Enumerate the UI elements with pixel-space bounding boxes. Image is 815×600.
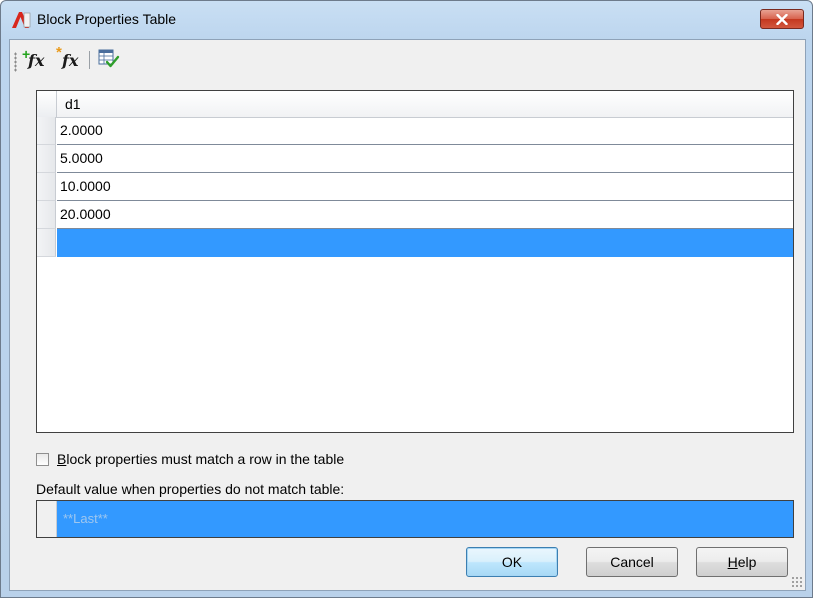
match-row-checkbox[interactable] — [36, 453, 49, 466]
table-cell[interactable]: 20.0000 — [57, 201, 793, 229]
table-row[interactable]: 2.0000 — [37, 117, 793, 145]
default-value-row-selector — [37, 501, 57, 537]
table-row[interactable]: 10.0000 — [37, 173, 793, 201]
ok-button[interactable]: OK — [466, 547, 558, 577]
table-cell[interactable]: 5.0000 — [57, 145, 793, 173]
close-icon — [776, 13, 788, 25]
add-user-parameter-button[interactable]: * fx — [56, 44, 84, 74]
default-value-label: Default value when properties do not mat… — [36, 481, 345, 497]
table-cell-selected[interactable] — [57, 229, 793, 257]
title-bar[interactable]: Block Properties Table — [1, 1, 812, 37]
row-selector[interactable] — [37, 201, 56, 229]
match-row-accesskey: B — [57, 451, 67, 467]
default-value-text[interactable]: **Last** — [63, 511, 108, 526]
table-cell[interactable]: 2.0000 — [57, 117, 793, 145]
table-row[interactable]: 20.0000 — [37, 201, 793, 229]
table-row-new[interactable] — [37, 229, 793, 257]
row-selector[interactable] — [37, 229, 56, 257]
table-corner-cell[interactable] — [37, 91, 57, 117]
row-selector[interactable] — [37, 145, 56, 173]
new-property-parameter-button[interactable]: + fx — [22, 46, 50, 74]
column-header-d1[interactable]: d1 — [65, 96, 81, 112]
match-row-label-text: lock properties must match a row in the … — [66, 451, 345, 467]
help-label-text: elp — [737, 554, 757, 570]
window-title: Block Properties Table — [37, 11, 177, 27]
autocad-app-icon — [12, 12, 31, 28]
cancel-button[interactable]: Cancel — [586, 547, 678, 577]
table-header: d1 — [37, 91, 793, 118]
properties-table[interactable]: d1 2.0000 5.0000 10.0000 20.0000 — [36, 90, 794, 433]
audit-button[interactable] — [96, 48, 124, 74]
toolbar: + fx * fx — [10, 40, 805, 76]
dialog-client-area: + fx * fx d1 2.0000 5.0000 10.0000 20.00… — [9, 39, 806, 591]
close-button[interactable] — [760, 9, 804, 29]
help-button[interactable]: Help — [696, 547, 788, 577]
row-selector[interactable] — [37, 117, 56, 145]
toolbar-grip[interactable] — [14, 52, 17, 72]
row-selector[interactable] — [37, 173, 56, 201]
table-row[interactable]: 5.0000 — [37, 145, 793, 173]
resize-grip[interactable] — [791, 576, 803, 588]
help-accesskey: H — [727, 554, 738, 570]
block-properties-dialog: Block Properties Table + fx * fx d1 2.00… — [0, 0, 813, 598]
default-value-field[interactable]: **Last** — [36, 500, 794, 538]
match-row-label[interactable]: Block properties must match a row in the… — [57, 451, 344, 467]
table-check-icon — [98, 49, 120, 68]
table-cell[interactable]: 10.0000 — [57, 173, 793, 201]
toolbar-separator — [89, 51, 90, 69]
